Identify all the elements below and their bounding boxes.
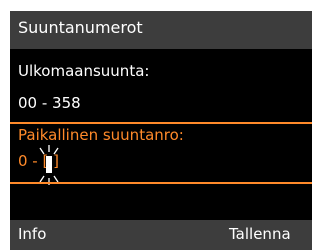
local-area-code-label: Paikallinen suuntanro: [18,126,184,144]
selection-top-border [10,122,312,124]
screen-title: Suuntanumerot [18,18,143,37]
blinking-cursor-icon [29,143,69,187]
selection-bottom-border [10,182,312,184]
cursor-glyph [39,145,59,185]
info-softkey[interactable]: Info [18,225,46,243]
softkey-bar: Info Tallenna [10,220,312,250]
save-softkey[interactable]: Tallenna [229,225,291,243]
title-bar: Suuntanumerot [10,11,312,49]
phone-display: Suuntanumerot Ulkomaansuunta: 00 - 358 P… [10,11,312,250]
international-prefix-field[interactable]: 00 - 358 [18,94,81,112]
international-prefix-label: Ulkomaansuunta: [18,62,150,80]
